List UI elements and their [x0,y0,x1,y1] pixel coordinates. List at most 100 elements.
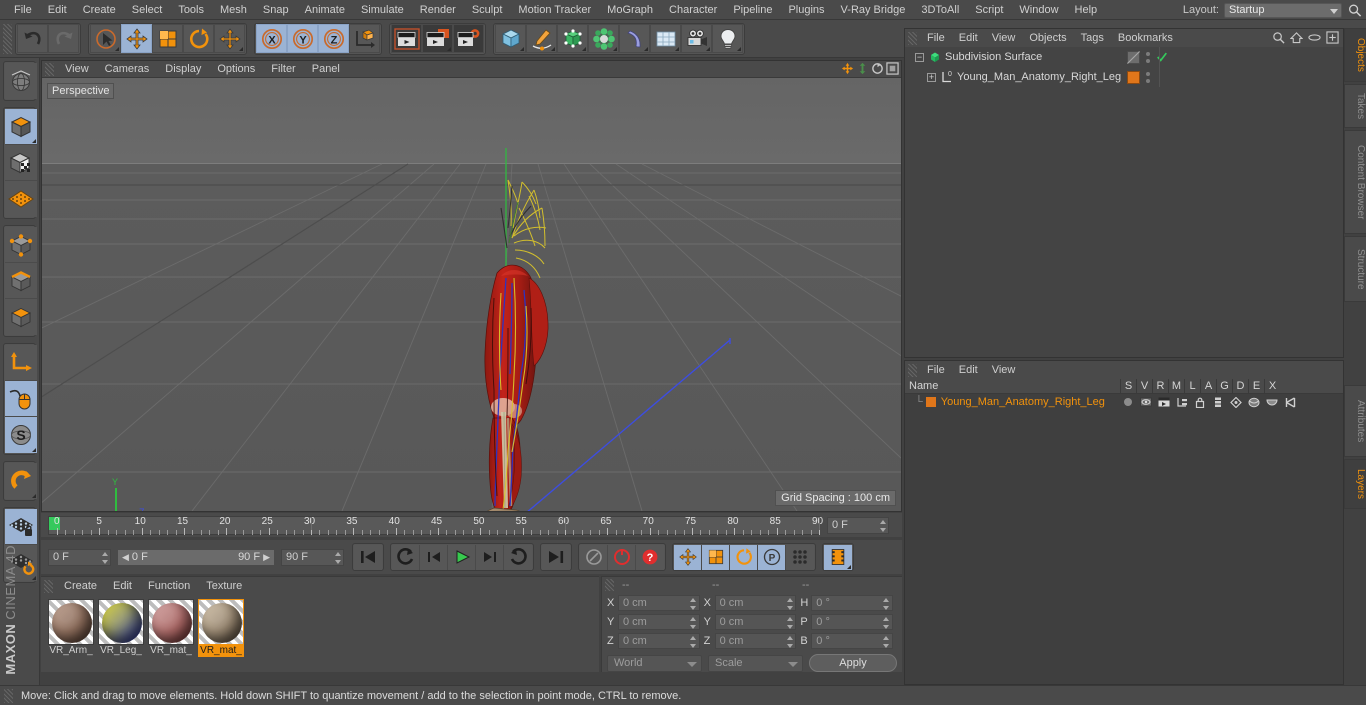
transform-mode-dropdown[interactable]: Scale [708,655,803,672]
layer-col-v[interactable]: V [1136,379,1152,394]
menu-plugins[interactable]: Plugins [780,0,832,20]
texture-mode-button[interactable] [5,145,37,181]
tab-takes[interactable]: Takes [1344,84,1366,128]
menu-3dtoall[interactable]: 3DToAll [913,0,967,20]
tab-layers[interactable]: Layers [1344,459,1366,509]
menu-help[interactable]: Help [1067,0,1106,20]
lock-z-axis-button[interactable]: Z [318,24,349,53]
layer-row[interactable]: └ Young_Man_Anatomy_Right_Leg [905,394,1343,410]
coordinate-system-dropdown[interactable]: World [607,655,702,672]
playback-end-spinner[interactable] [334,552,341,564]
search-icon[interactable] [1272,31,1285,44]
playback-start-spinner[interactable] [101,552,108,564]
visibility-dots[interactable] [1146,72,1150,83]
size-field[interactable]: 0 cm [715,595,797,611]
viewport-menu-options[interactable]: Options [209,61,263,78]
magnet-tool-button[interactable] [5,463,37,499]
layer-xref-toggle[interactable] [1282,395,1298,409]
redo-button[interactable] [48,24,79,53]
scale-viewport-icon[interactable] [856,62,869,75]
apply-button[interactable]: Apply [809,654,897,672]
add-generator-button[interactable] [557,24,588,53]
menu-mograph[interactable]: MoGraph [599,0,661,20]
object-menu-file[interactable]: File [920,29,952,47]
soft-selection-button[interactable]: S [5,417,37,453]
object-manager-grip[interactable] [908,32,917,45]
keyframe-selection-button[interactable]: ? [636,545,664,570]
viewport-menu-panel[interactable]: Panel [304,61,348,78]
scale-tool-button[interactable] [152,24,183,53]
coordinate-system-button[interactable] [349,24,380,53]
add-bend-button[interactable] [619,24,650,53]
material-thumbnail[interactable] [148,599,194,645]
menu-tools[interactable]: Tools [170,0,212,20]
render-view-button[interactable] [391,24,422,53]
add-camera-button[interactable] [681,24,712,53]
layer-col-r[interactable]: R [1152,379,1168,394]
eye-icon[interactable] [1308,31,1321,44]
layer-expression-toggle[interactable] [1264,395,1280,409]
undo-button[interactable] [17,24,48,53]
tab-attributes[interactable]: Attributes [1344,385,1366,457]
position-field[interactable]: 0 cm [618,614,700,630]
viewport-canvas[interactable]: Y Z X [42,78,901,511]
viewport-grip[interactable] [45,63,54,76]
layer-col-d[interactable]: D [1232,379,1248,394]
preview-range-slider[interactable]: ◀ 0 F 90 F ▶ [117,549,275,566]
layer-color-swatch[interactable] [926,397,936,407]
visibility-dots[interactable] [1146,52,1150,63]
object-menu-tags[interactable]: Tags [1074,29,1111,47]
polygon-mode-button[interactable] [5,299,37,335]
tab-objects[interactable]: Objects [1344,28,1366,82]
field-spinner[interactable] [883,636,890,648]
position-field[interactable]: 0 cm [618,633,700,649]
toolbar-grip[interactable] [3,24,12,54]
layer-manager-toggle[interactable] [1174,395,1190,409]
material-item[interactable]: VR_mat_ [148,599,194,657]
material-tag-icon[interactable] [1127,71,1140,84]
material-menu-function[interactable]: Function [140,577,198,595]
material-menu-create[interactable]: Create [56,577,105,595]
menu-edit[interactable]: Edit [40,0,75,20]
menu-motion-tracker[interactable]: Motion Tracker [510,0,599,20]
material-item[interactable]: VR_Arm_ [48,599,94,657]
step-forward-button[interactable] [476,545,504,570]
layer-col-l[interactable]: L [1184,379,1200,394]
menu-script[interactable]: Script [967,0,1011,20]
field-spinner[interactable] [690,617,697,629]
menu-simulate[interactable]: Simulate [353,0,412,20]
enable-snapping-button[interactable] [5,381,37,417]
layer-col-x[interactable]: X [1264,379,1280,394]
point-level-animation-toggle[interactable] [786,545,814,570]
expand-icon[interactable] [1326,31,1339,44]
rotate-viewport-icon[interactable] [871,62,884,75]
material-thumbnail[interactable] [98,599,144,645]
position-key-toggle[interactable] [674,545,702,570]
material-item[interactable]: VR_Leg_ [98,599,144,657]
material-grip[interactable] [44,580,53,593]
material-thumbnail[interactable] [48,599,94,645]
field-spinner[interactable] [883,598,890,610]
rotate-tool-button[interactable] [183,24,214,53]
maximize-viewport-icon[interactable] [886,62,899,75]
layer-lock-toggle[interactable] [1192,395,1208,409]
playback-end-field[interactable]: 90 F [281,549,344,566]
animation-timeline-button[interactable] [824,545,852,570]
layer-visible-toggle[interactable] [1138,395,1154,409]
phong-tag-icon[interactable] [1127,51,1140,64]
parameter-key-toggle[interactable]: P [758,545,786,570]
field-spinner[interactable] [786,636,793,648]
menu-file[interactable]: File [6,0,40,20]
texture-axis-tool-button[interactable] [5,63,37,99]
layer-col-m[interactable]: M [1168,379,1184,394]
layer-col-g[interactable]: G [1216,379,1232,394]
layer-menu-file[interactable]: File [920,361,952,379]
tab-structure[interactable]: Structure [1344,236,1366,302]
field-spinner[interactable] [786,617,793,629]
model-mode-button[interactable] [5,109,37,145]
status-grip[interactable] [4,689,13,703]
object-menu-objects[interactable]: Objects [1022,29,1073,47]
menu-sculpt[interactable]: Sculpt [464,0,511,20]
layer-menu-view[interactable]: View [985,361,1023,379]
record-active-objects-button[interactable] [608,545,636,570]
